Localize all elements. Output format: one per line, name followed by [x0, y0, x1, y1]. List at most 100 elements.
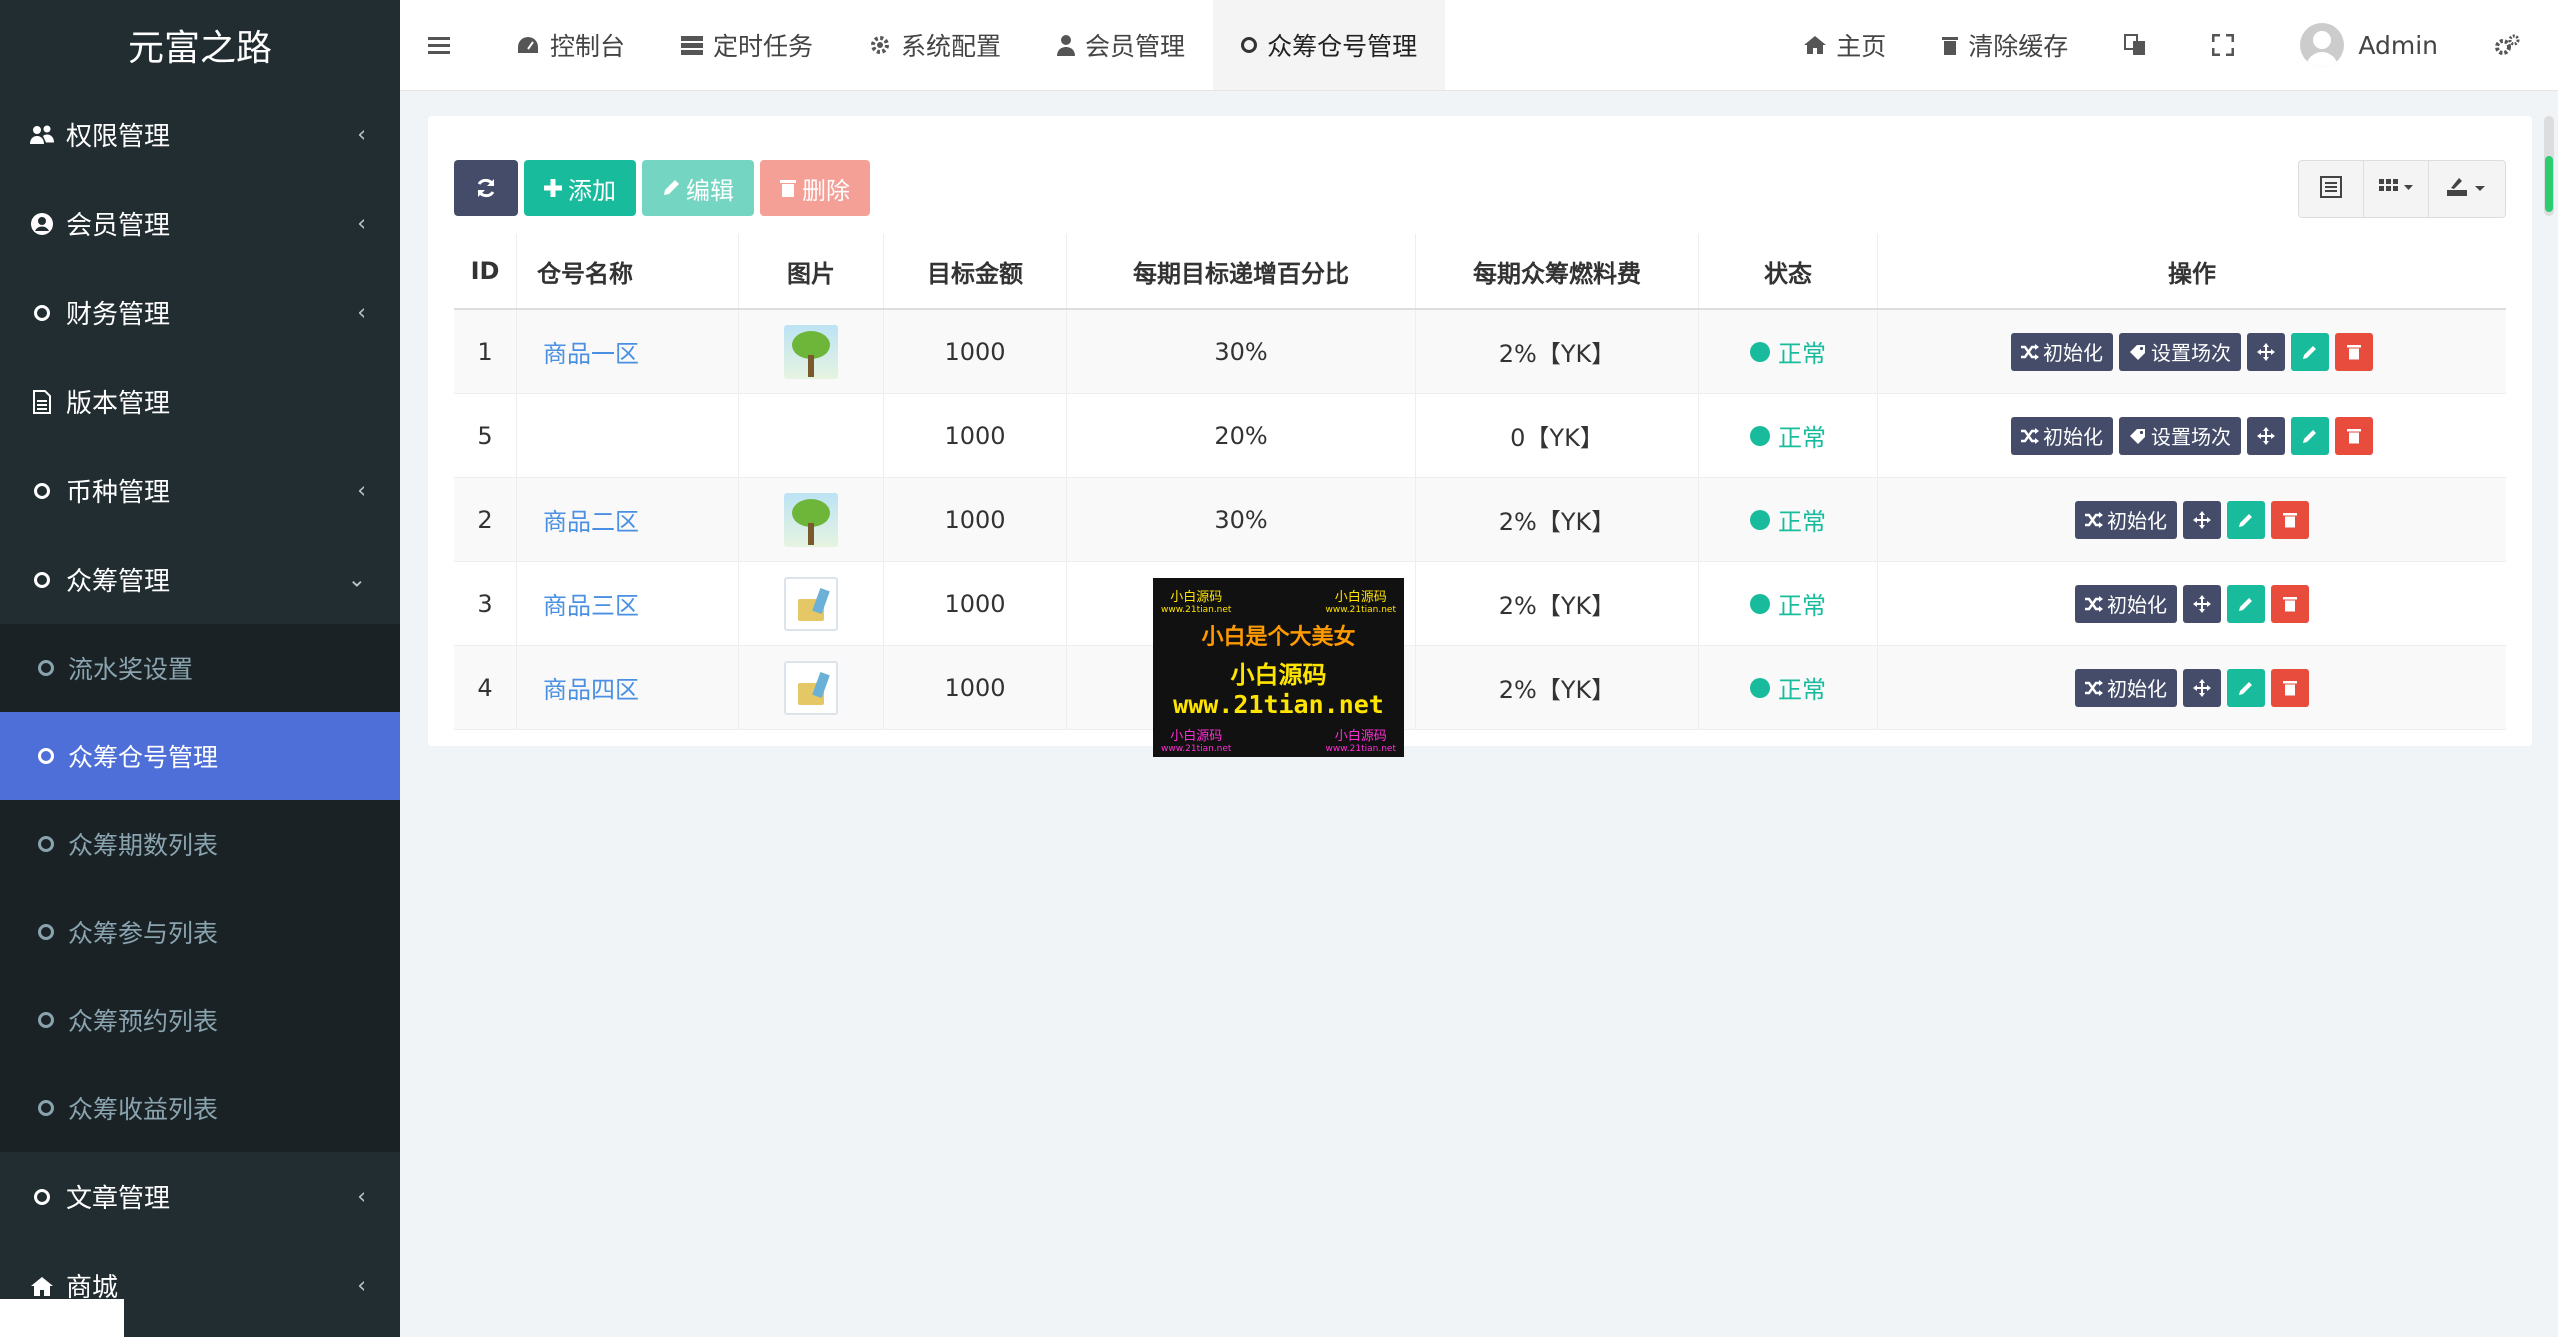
add-button[interactable]: 添加: [524, 160, 636, 216]
sidebar-item-version[interactable]: 版本管理: [0, 357, 400, 446]
language-button[interactable]: [2096, 0, 2184, 90]
set-scene-button[interactable]: 设置场次: [2119, 416, 2241, 455]
table-row[interactable]: 2 商品二区 1000 30% 2%【YK】 正常 初始化: [454, 477, 2506, 562]
sidebar-item-currency[interactable]: 币种管理 ‹: [0, 446, 400, 535]
fullscreen-button[interactable]: [2184, 0, 2272, 90]
sidebar-item-members[interactable]: 会员管理 ‹: [0, 179, 400, 268]
row-delete-button[interactable]: [2335, 416, 2373, 455]
sidebar-item-crowdfunding[interactable]: 众筹管理 ⌄: [0, 535, 400, 624]
sidebar-subitem-label: 众筹预约列表: [68, 1007, 219, 1036]
name-link[interactable]: 商品三区: [543, 592, 639, 620]
table-row[interactable]: 4 商品四区 1000 2%【YK】 正常 初始化: [454, 645, 2506, 730]
column-header-status[interactable]: 状态: [1698, 234, 1878, 310]
export-icon: [2447, 176, 2487, 203]
trash-icon: [780, 179, 796, 197]
drag-handle-button[interactable]: [2247, 332, 2285, 371]
name-link[interactable]: 商品一区: [543, 340, 639, 368]
column-header-image[interactable]: 图片: [738, 234, 884, 310]
sidebar-subitem-reservations[interactable]: 众筹预约列表: [0, 976, 400, 1064]
home-link[interactable]: 主页: [1776, 0, 1914, 90]
row-delete-button[interactable]: [2335, 332, 2373, 371]
column-header-fee[interactable]: 每期众筹燃料费: [1415, 234, 1699, 310]
product-thumbnail[interactable]: [784, 492, 838, 547]
tag-icon: [2129, 344, 2147, 360]
sidebar-item-articles[interactable]: 文章管理 ‹: [0, 1152, 400, 1241]
settings-button[interactable]: [2466, 0, 2558, 90]
table-row[interactable]: 1 商品一区 1000 30% 2%【YK】 正常 初始化 设置场次: [454, 309, 2506, 394]
column-header-id[interactable]: ID: [454, 234, 517, 310]
name-link[interactable]: 商品二区: [543, 508, 639, 536]
table-row[interactable]: 5 1000 20% 0【YK】 正常 初始化 设置场次: [454, 393, 2506, 478]
init-button[interactable]: 初始化: [2011, 332, 2113, 371]
tab-warehouse-management[interactable]: 众筹仓号管理: [1213, 0, 1446, 90]
export-button[interactable]: [2429, 161, 2505, 217]
drag-handle-button[interactable]: [2247, 416, 2285, 455]
column-header-target[interactable]: 目标金额: [883, 234, 1067, 310]
watermark-url: www.21tian.net: [1325, 744, 1396, 754]
clear-cache-button[interactable]: 清除缓存: [1914, 0, 2096, 90]
translate-icon: [2124, 34, 2146, 56]
table-row[interactable]: 3 商品三区 1000 2%【YK】 正常 初始化: [454, 561, 2506, 646]
row-delete-button[interactable]: [2271, 584, 2309, 623]
sidebar-subitem-label: 众筹仓号管理: [68, 743, 219, 772]
product-thumbnail[interactable]: [784, 660, 838, 715]
row-edit-button[interactable]: [2291, 332, 2329, 371]
pencil-icon: [2238, 680, 2254, 696]
init-label: 初始化: [2107, 677, 2167, 701]
tab-member-management[interactable]: 会员管理: [1029, 0, 1213, 90]
chevron-left-icon: ‹: [357, 1273, 366, 1298]
columns-button[interactable]: [2364, 161, 2429, 217]
user-name: Admin: [2358, 30, 2438, 60]
plus-icon: [544, 179, 562, 197]
tab-scheduled-tasks[interactable]: 定时任务: [653, 0, 841, 90]
column-header-actions: 操作: [1877, 234, 2506, 310]
tab-dashboard[interactable]: 控制台: [488, 0, 653, 90]
sidebar-item-permissions[interactable]: 权限管理 ‹: [0, 90, 400, 179]
row-delete-button[interactable]: [2271, 668, 2309, 707]
init-button[interactable]: 初始化: [2075, 584, 2177, 623]
refresh-button[interactable]: [454, 160, 518, 216]
watermark-text: 小白源码: [1170, 590, 1223, 605]
menu-toggle-button[interactable]: [400, 0, 488, 90]
drag-handle-button[interactable]: [2183, 584, 2221, 623]
sidebar-subitem-earnings[interactable]: 众筹收益列表: [0, 1064, 400, 1152]
drag-handle-button[interactable]: [2183, 668, 2221, 707]
drag-handle-button[interactable]: [2183, 500, 2221, 539]
circle-icon: [28, 482, 56, 499]
sidebar-item-finance[interactable]: 财务管理 ‹: [0, 268, 400, 357]
row-delete-button[interactable]: [2271, 500, 2309, 539]
card-view-button[interactable]: [2299, 161, 2364, 217]
row-edit-button[interactable]: [2227, 584, 2265, 623]
watermark-text: 小白源码: [1334, 729, 1387, 744]
product-thumbnail[interactable]: [784, 576, 838, 631]
row-actions: 初始化: [2075, 584, 2309, 623]
init-button[interactable]: 初始化: [2075, 500, 2177, 539]
column-header-name[interactable]: 仓号名称: [516, 234, 739, 310]
row-edit-button[interactable]: [2227, 500, 2265, 539]
table-header-row: ID 仓号名称 图片 目标金额 每期目标递增百分比 每期众筹燃料费 状态 操作: [454, 234, 2506, 310]
user-menu[interactable]: Admin: [2272, 0, 2466, 90]
name-link[interactable]: 商品四区: [543, 676, 639, 704]
cell-fee: 2%【YK】: [1415, 645, 1699, 730]
cell-id: 5: [454, 393, 517, 478]
init-button[interactable]: 初始化: [2011, 416, 2113, 455]
tag-icon: [2129, 428, 2147, 444]
row-edit-button[interactable]: [2291, 416, 2329, 455]
init-button[interactable]: 初始化: [2075, 668, 2177, 707]
column-header-increment[interactable]: 每期目标递增百分比: [1066, 234, 1416, 310]
edit-button[interactable]: 编辑: [642, 160, 754, 216]
sidebar-subitem-flow-reward[interactable]: 流水奖设置: [0, 624, 400, 712]
sidebar-subitem-participants[interactable]: 众筹参与列表: [0, 888, 400, 976]
sidebar-subitem-warehouse[interactable]: 众筹仓号管理: [0, 712, 400, 800]
page-scrollbar[interactable]: [2544, 116, 2554, 216]
status-label: 正常: [1778, 676, 1826, 704]
sidebar-subitem-periods[interactable]: 众筹期数列表: [0, 800, 400, 888]
product-thumbnail[interactable]: [784, 324, 838, 379]
tab-system-config[interactable]: 系统配置: [841, 0, 1029, 90]
status-dot-icon: [1750, 677, 1770, 698]
row-edit-button[interactable]: [2227, 668, 2265, 707]
trash-icon: [2283, 596, 2297, 612]
delete-button[interactable]: 删除: [760, 160, 870, 216]
sidebar-item-label: 币种管理: [66, 478, 171, 508]
set-scene-button[interactable]: 设置场次: [2119, 332, 2241, 371]
